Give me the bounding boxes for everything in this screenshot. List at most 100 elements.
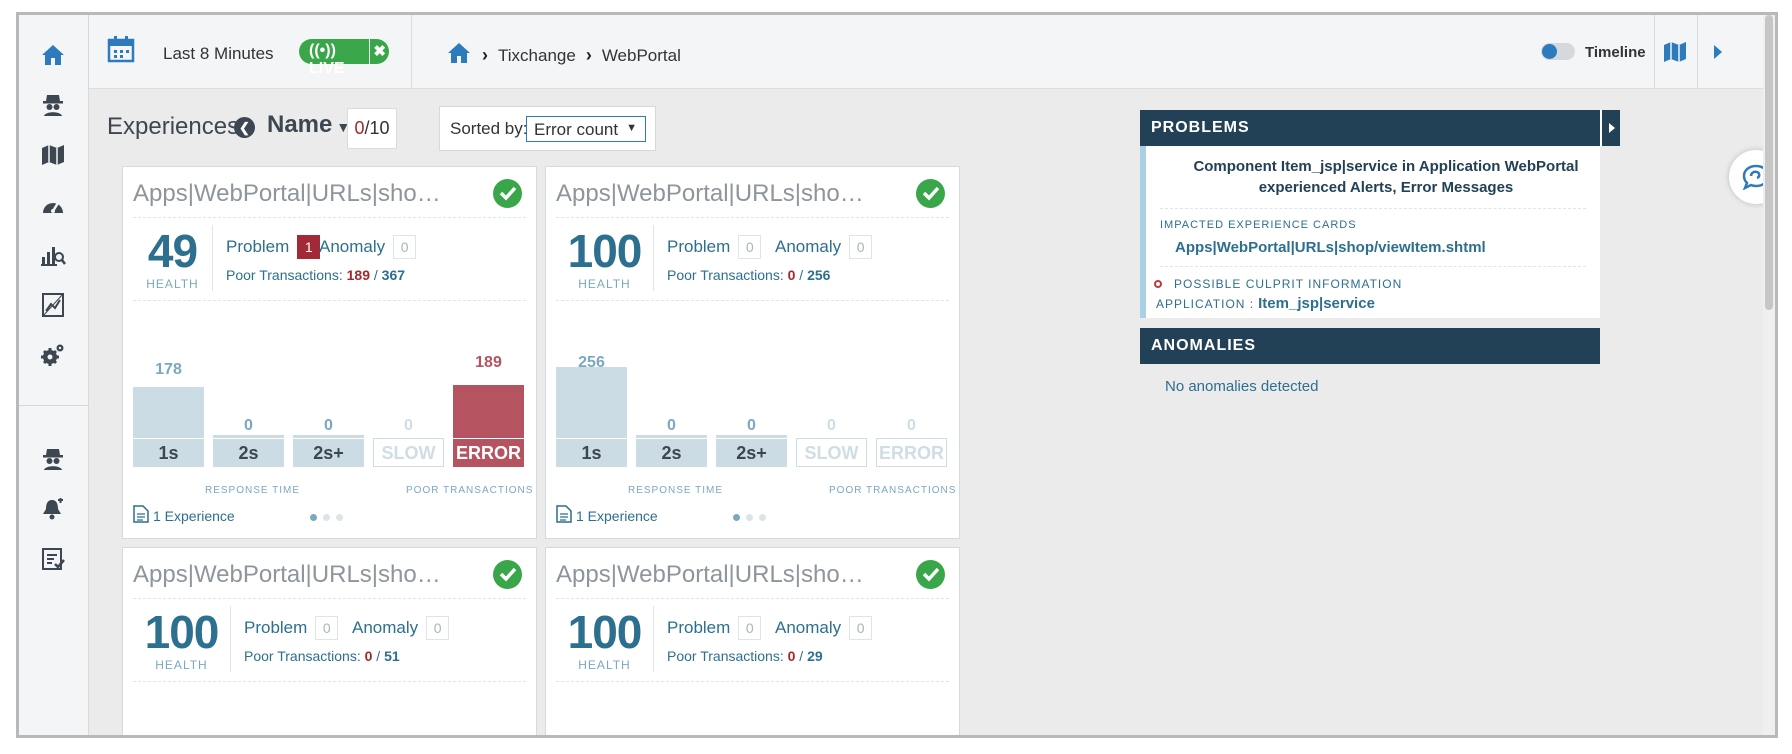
- anomaly-badge: 0: [849, 235, 873, 259]
- poor-total-value: 51: [384, 648, 400, 664]
- pagination-dots[interactable]: [733, 514, 772, 521]
- map-icon[interactable]: [36, 138, 70, 172]
- anomalies-empty-message: No anomalies detected: [1165, 378, 1319, 395]
- alerts-icon[interactable]: [36, 492, 70, 526]
- nav-rail: [19, 15, 89, 735]
- bar-2s-plus[interactable]: 0 2s+: [716, 417, 787, 467]
- problem-count[interactable]: Problem 0: [244, 616, 339, 640]
- impacted-card-link[interactable]: Apps|WebPortal|URLs|shop/viewItem.shtml: [1146, 231, 1600, 266]
- sort-select[interactable]: Error count ▼: [526, 116, 646, 142]
- live-close-icon[interactable]: ✖: [370, 39, 389, 64]
- bar-value: 178: [155, 361, 182, 378]
- experience-card[interactable]: Apps|WebPortal|URLs|shop/ind... 100 HEAL…: [545, 166, 960, 539]
- scrollbar[interactable]: [1763, 15, 1775, 735]
- application-value[interactable]: Item_jsp|service: [1258, 295, 1375, 312]
- anomaly-count[interactable]: Anomaly 0: [775, 616, 873, 640]
- poor-transactions: Poor Transactions: 0 / 29: [667, 648, 823, 664]
- calendar-icon[interactable]: [107, 35, 135, 68]
- health-score: 49 HEALTH: [133, 225, 213, 291]
- anomaly-label: Anomaly: [319, 237, 386, 256]
- live-badge[interactable]: ((•)) LIVE: [299, 39, 370, 77]
- problem-count[interactable]: Problem 1: [226, 235, 321, 259]
- scrollbar-thumb[interactable]: [1765, 15, 1773, 310]
- bar-label: 2s+: [293, 438, 364, 467]
- bar-1s[interactable]: 256 1s: [556, 354, 627, 467]
- collapse-panel-button[interactable]: [1600, 110, 1620, 146]
- checklist-icon[interactable]: [36, 542, 70, 576]
- experience-card[interactable]: Apps|WebPortal|URLs|shop/ne... 100 HEALT…: [545, 547, 960, 735]
- breadcrumb-home-icon[interactable]: [446, 41, 472, 70]
- settings-icon[interactable]: [36, 338, 70, 372]
- problem-badge: 0: [738, 235, 762, 259]
- bar-value: 0: [404, 417, 413, 434]
- bar-value: 0: [324, 417, 333, 434]
- problem-count[interactable]: Problem 0: [667, 235, 762, 259]
- bar-2s-plus[interactable]: 0 2s+: [293, 417, 364, 467]
- culprit-application: APPLICATION : Item_jsp|service: [1146, 291, 1600, 318]
- bar-2s[interactable]: 0 2s: [213, 417, 284, 467]
- bar-2s[interactable]: 0 2s: [636, 417, 707, 467]
- top-bar: Last 8 Minutes ((•)) LIVE ✖ › Tixchange …: [89, 15, 1775, 89]
- bar-slow[interactable]: 0 SLOW: [373, 417, 444, 467]
- experience-counter: 0/10: [347, 108, 397, 149]
- bar-value: 0: [667, 417, 676, 434]
- breadcrumb-item-webportal[interactable]: WebPortal: [602, 46, 681, 66]
- agent-icon[interactable]: [36, 88, 70, 122]
- breadcrumb-item-tixchange[interactable]: Tixchange: [498, 46, 576, 66]
- time-range-label[interactable]: Last 8 Minutes: [163, 44, 274, 64]
- expand-panel-icon[interactable]: [1713, 44, 1723, 65]
- pagination-dots[interactable]: [310, 514, 349, 521]
- back-arrow-icon[interactable]: ❮: [234, 117, 255, 138]
- health-value: 100: [144, 606, 220, 658]
- experience-card[interactable]: Apps|WebPortal|URLs|shop/vie... 49 HEALT…: [122, 166, 537, 539]
- problem-item[interactable]: Component Item_jsp|service in Applicatio…: [1140, 146, 1600, 318]
- poor-total-value: 29: [807, 648, 823, 664]
- bar-label: SLOW: [796, 438, 867, 467]
- card-title[interactable]: Apps|WebPortal|URLs|shop/ne...: [133, 561, 453, 589]
- name-sort-dropdown[interactable]: Name ▼: [267, 111, 350, 139]
- dashboard-gauge-icon[interactable]: [36, 188, 70, 222]
- bar-1s[interactable]: 178 1s: [133, 357, 204, 467]
- poor-bad-value: 0: [364, 648, 373, 664]
- bar-error[interactable]: 0 ERROR: [876, 417, 947, 467]
- anomaly-count[interactable]: Anomaly 0: [775, 235, 873, 259]
- problems-title: PROBLEMS: [1151, 119, 1250, 136]
- card-title[interactable]: Apps|WebPortal|URLs|shop/ind...: [556, 180, 876, 208]
- bar-value: 0: [747, 417, 756, 434]
- experience-count: 1 Experience: [576, 507, 658, 524]
- health-value: 49: [147, 225, 198, 277]
- breadcrumb: › Tixchange › WebPortal: [446, 41, 681, 70]
- experiences-main: Experiences ❮ Name ▼ 0/10 Sorted by: Erro…: [89, 89, 1120, 735]
- bar-value: 189: [475, 354, 502, 371]
- card-title[interactable]: Apps|WebPortal|URLs|shop/ne...: [556, 561, 876, 589]
- agent-secondary-icon[interactable]: [36, 442, 70, 476]
- anomaly-count[interactable]: Anomaly 0: [319, 235, 417, 259]
- poor-transactions-caption: POOR TRANSACTIONS: [406, 485, 534, 496]
- home-icon[interactable]: [36, 38, 70, 72]
- nav-divider: [19, 405, 89, 406]
- live-toggle[interactable]: ((•)) LIVE ✖: [299, 39, 389, 77]
- status-ok-icon: [493, 560, 522, 589]
- timeline-toggle[interactable]: [1541, 43, 1575, 60]
- card-title[interactable]: Apps|WebPortal|URLs|shop/vie...: [133, 180, 453, 208]
- bar-slow[interactable]: 0 SLOW: [796, 417, 867, 467]
- status-ok-icon: [916, 560, 945, 589]
- bar-label: 2s: [636, 438, 707, 467]
- reports-icon[interactable]: [36, 288, 70, 322]
- problem-count[interactable]: Problem 0: [667, 616, 762, 640]
- anomaly-count[interactable]: Anomaly 0: [352, 616, 450, 640]
- experience-card[interactable]: Apps|WebPortal|URLs|shop/ne... 100 HEALT…: [122, 547, 537, 735]
- bar-value: 0: [244, 417, 253, 434]
- health-score: 100 HEALTH: [556, 225, 654, 291]
- analytics-icon[interactable]: [36, 238, 70, 272]
- experience-link[interactable]: 1 Experience: [556, 505, 658, 526]
- poor-transactions-caption: POOR TRANSACTIONS: [829, 485, 957, 496]
- bar-label: 2s: [213, 438, 284, 467]
- map-view-icon[interactable]: [1663, 41, 1687, 68]
- experience-link[interactable]: 1 Experience: [133, 505, 235, 526]
- response-time-caption: RESPONSE TIME: [205, 485, 301, 496]
- anomaly-badge: 0: [426, 616, 450, 640]
- response-time-caption: RESPONSE TIME: [628, 485, 724, 496]
- divider: [1697, 15, 1698, 89]
- bar-error[interactable]: 189 ERROR: [453, 354, 524, 467]
